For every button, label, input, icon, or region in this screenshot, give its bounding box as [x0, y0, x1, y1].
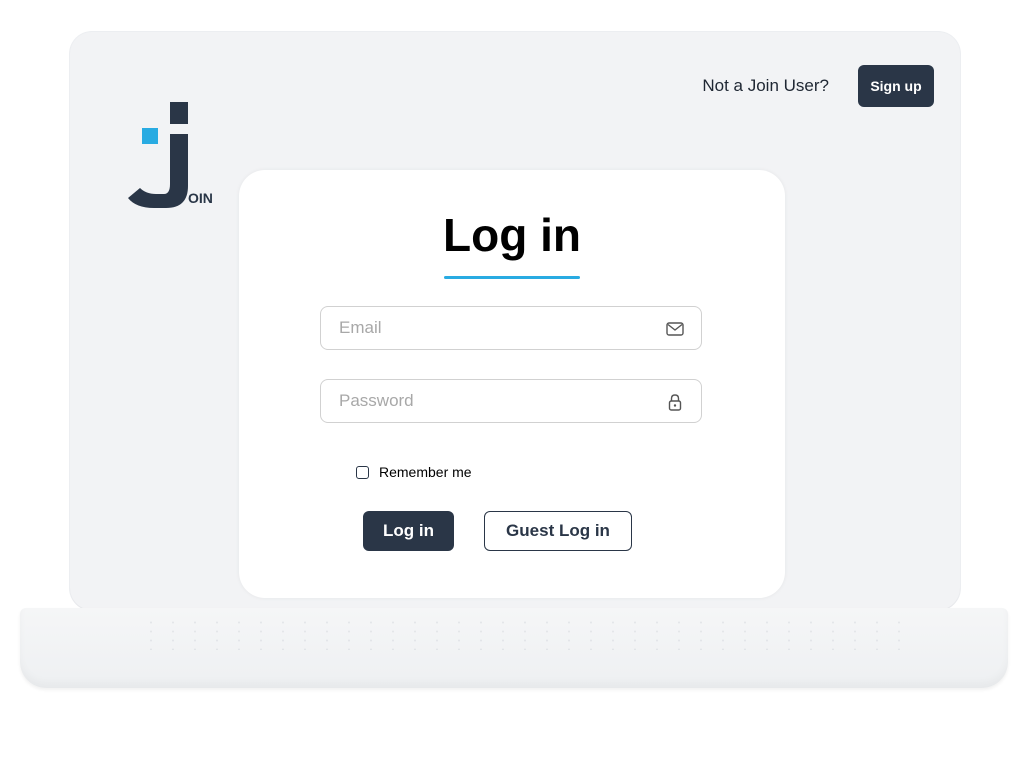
keyboard-texture — [140, 618, 920, 650]
mail-icon — [665, 319, 685, 339]
signup-button[interactable]: Sign up — [858, 65, 934, 107]
laptop-screen: OIN Not a Join User? Sign up Log in Emai… — [70, 32, 960, 610]
page-title: Log in — [443, 209, 581, 261]
remember-label: Remember me — [379, 464, 472, 480]
login-button[interactable]: Log in — [363, 511, 454, 551]
laptop-mockup: OIN Not a Join User? Sign up Log in Emai… — [0, 0, 1024, 768]
remember-checkbox[interactable] — [356, 465, 369, 479]
remember-me[interactable]: Remember me — [356, 464, 472, 480]
password-input[interactable] — [321, 380, 651, 422]
email-field[interactable] — [320, 306, 702, 350]
guest-login-button[interactable]: Guest Log in — [484, 511, 632, 551]
title-underline — [444, 276, 580, 279]
password-field[interactable] — [320, 379, 702, 423]
login-card: Log in Email Remember me Log in Guest Lo… — [239, 170, 785, 598]
email-input[interactable] — [321, 307, 651, 349]
logo-text: OIN — [188, 190, 213, 206]
laptop-base — [20, 608, 1008, 688]
lock-icon — [665, 392, 685, 412]
signup-prompt: Not a Join User? — [702, 76, 829, 95]
